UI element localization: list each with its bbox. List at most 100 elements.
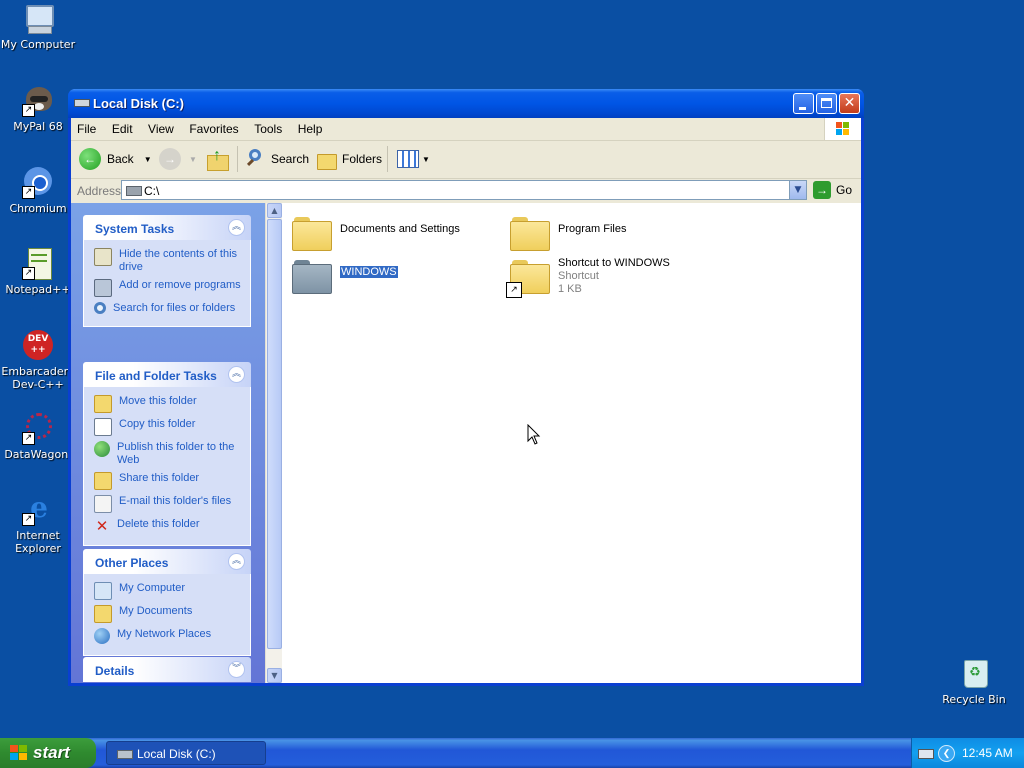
taskbar: start Local Disk (C:) ❮ 12:45 AM	[0, 738, 1024, 768]
desktop-icon-label: Embarcadero Dev-C++	[1, 365, 75, 391]
menu-file[interactable]: File	[71, 118, 102, 136]
panel-title: System Tasks	[95, 222, 175, 236]
views-icon	[397, 150, 419, 168]
other-places-header[interactable]: Other Places ︽	[83, 549, 251, 574]
title-bar[interactable]: Local Disk (C:) ✕	[68, 89, 864, 118]
scroll-down-button[interactable]: ▼	[267, 668, 282, 683]
views-button[interactable]: ▼	[397, 146, 430, 172]
back-dropdown-icon: ▼	[143, 154, 152, 164]
minimize-button[interactable]	[793, 93, 814, 114]
mouse-cursor-icon	[527, 424, 541, 445]
system-tray: ❮ 12:45 AM	[911, 738, 1024, 768]
details-header[interactable]: Details ︾	[83, 657, 251, 682]
collapse-chevron-icon[interactable]: ︽	[228, 219, 245, 236]
up-folder-button[interactable]: ↑	[207, 146, 229, 172]
folder-item-selected[interactable]: WINDOWS	[292, 258, 398, 294]
item-name: Documents and Settings	[340, 223, 460, 235]
folders-button[interactable]: Folders	[317, 146, 382, 172]
task-label: Move this folder	[119, 395, 197, 407]
task-add-remove-programs[interactable]: Add or remove programs	[94, 279, 242, 297]
place-my-computer[interactable]: My Computer	[94, 582, 242, 600]
show-hidden-icons-button[interactable]: ❮	[938, 745, 955, 762]
windows-flag-icon	[10, 745, 28, 761]
add-remove-icon	[94, 279, 112, 297]
my-computer-icon	[94, 582, 112, 600]
start-button[interactable]: start	[0, 738, 96, 768]
desktop-icon-datawagon[interactable]: ↗ DataWagon.	[0, 413, 76, 461]
desktop-icon-recycle-bin[interactable]: ♻ Recycle Bin	[936, 658, 1012, 706]
address-label: Address	[77, 184, 122, 198]
forward-button[interactable]: → ▼	[159, 146, 197, 172]
task-label: E-mail this folder's files	[119, 495, 232, 507]
desktop-icon-label: Internet Explorer	[15, 529, 61, 555]
drive-icon	[74, 96, 90, 108]
desktop-icon-internet-explorer[interactable]: e ↗ Internet Explorer	[0, 494, 76, 556]
search-icon	[94, 302, 106, 314]
desktop-icon-label: MyPal 68	[13, 120, 63, 133]
notepadpp-icon: ↗	[22, 248, 54, 280]
shortcut-item[interactable]: ↗ Shortcut to WINDOWS Shortcut 1 KB	[506, 257, 670, 298]
address-input[interactable]: C:\ ▼	[121, 180, 807, 200]
back-button[interactable]: ← Back ▼	[79, 146, 152, 172]
folder-item[interactable]: Documents and Settings	[292, 215, 460, 251]
menu-bar: File Edit View Favorites Tools Help	[71, 118, 861, 141]
menu-edit[interactable]: Edit	[106, 118, 139, 136]
task-publish-folder[interactable]: Publish this folder to the Web	[94, 441, 242, 467]
folders-label: Folders	[342, 152, 383, 166]
place-label: My Documents	[119, 605, 193, 617]
clock[interactable]: 12:45 AM	[962, 746, 1013, 760]
place-my-documents[interactable]: My Documents	[94, 605, 242, 623]
go-button[interactable]: → Go	[813, 181, 852, 199]
menu-tools[interactable]: Tools	[248, 118, 288, 136]
panel-title: Details	[95, 664, 135, 678]
toolbar-separator	[237, 146, 238, 172]
desktop-icon-chromium[interactable]: ↗ Chromium	[0, 167, 76, 215]
place-my-network-places[interactable]: My Network Places	[94, 628, 242, 644]
desktop-icon-my-computer[interactable]: My Computer	[0, 3, 76, 51]
folders-icon	[317, 150, 337, 170]
scroll-up-button[interactable]: ▲	[267, 203, 282, 218]
task-share-folder[interactable]: Share this folder	[94, 472, 242, 490]
task-hide-drive-contents[interactable]: Hide the contents of this drive	[94, 248, 242, 274]
folder-item[interactable]: Program Files	[510, 215, 626, 251]
close-button[interactable]: ✕	[839, 93, 860, 114]
keyboard-icon[interactable]	[918, 749, 934, 759]
desktop-icon-devcpp[interactable]: DEV ++ Embarcadero Dev-C++	[0, 330, 76, 391]
scroll-thumb[interactable]	[267, 219, 282, 649]
search-label: Search	[271, 152, 310, 166]
forward-dropdown-icon: ▼	[189, 154, 197, 164]
menu-favorites[interactable]: Favorites	[183, 118, 244, 136]
place-label: My Computer	[119, 582, 186, 594]
shortcut-arrow-icon: ↗	[22, 104, 35, 117]
address-dropdown-button[interactable]: ▼	[789, 181, 806, 199]
desktop-icon-notepadpp[interactable]: ↗ Notepad++	[0, 248, 76, 296]
collapse-chevron-icon[interactable]: ︽	[228, 553, 245, 570]
folder-icon	[292, 258, 332, 294]
start-label: start	[33, 743, 70, 762]
panel-title: File and Folder Tasks	[95, 369, 217, 383]
taskbar-window-button[interactable]: Local Disk (C:)	[106, 741, 266, 765]
task-search-files[interactable]: Search for files or folders	[94, 302, 242, 315]
task-pane-scrollbar[interactable]: ▲ ▼	[265, 203, 283, 683]
menu-help[interactable]: Help	[292, 118, 329, 136]
task-delete-folder[interactable]: ✕ Delete this folder	[94, 518, 242, 534]
forward-arrow-icon: →	[159, 148, 181, 170]
item-size: 1 KB	[558, 283, 582, 295]
task-move-folder[interactable]: Move this folder	[94, 395, 242, 413]
devcpp-icon: DEV ++	[22, 330, 54, 362]
task-email-files[interactable]: E-mail this folder's files	[94, 495, 242, 513]
other-places-panel: Other Places ︽ My Computer My Documents …	[83, 549, 251, 656]
collapse-chevron-icon[interactable]: ︽	[228, 366, 245, 383]
system-tasks-header[interactable]: System Tasks ︽	[83, 215, 251, 240]
task-copy-folder[interactable]: Copy this folder	[94, 418, 242, 436]
task-label: Hide the contents of this drive	[119, 248, 238, 273]
maximize-button[interactable]	[816, 93, 837, 114]
menu-view[interactable]: View	[142, 118, 180, 136]
file-folder-tasks-header[interactable]: File and Folder Tasks ︽	[83, 362, 251, 387]
expand-chevron-icon[interactable]: ︾	[228, 661, 245, 678]
desktop-icon-mypal[interactable]: ↗ MyPal 68	[0, 85, 76, 133]
go-label: Go	[836, 183, 853, 197]
search-button[interactable]: Search	[245, 146, 309, 172]
minimize-icon	[799, 107, 806, 110]
close-icon: ✕	[843, 95, 856, 111]
